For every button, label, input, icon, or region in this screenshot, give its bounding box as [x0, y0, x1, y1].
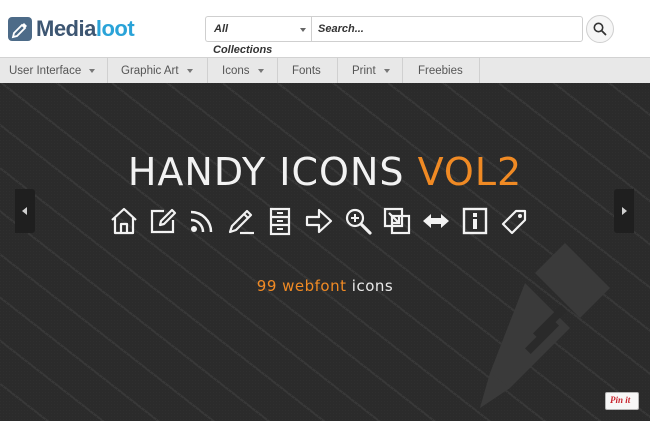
nav-item-label: Print	[352, 64, 376, 77]
category-select[interactable]: All	[205, 16, 312, 42]
search-placeholder: Search...	[318, 23, 364, 35]
chevron-left-icon	[22, 207, 27, 215]
cabinet-icon	[269, 207, 291, 236]
chevron-down-icon	[300, 28, 306, 32]
hero-subtitle: 99 webfont icons	[0, 277, 650, 295]
search-button[interactable]	[586, 15, 614, 43]
nav-item-print[interactable]: Print	[338, 58, 403, 83]
pencil-icon	[228, 209, 254, 235]
site-header: Medialoot All Search... Collections	[0, 0, 650, 57]
resize-horizontal-icon	[423, 214, 449, 228]
chevron-down-icon	[257, 68, 264, 73]
medialoot-logo[interactable]: Medialoot	[8, 15, 135, 43]
icon-showcase-row	[109, 206, 538, 236]
nav-item-label: Icons	[222, 64, 250, 77]
chevron-down-icon	[89, 68, 96, 73]
pinit-button[interactable]: Pin it	[605, 392, 639, 410]
external-link-icon	[383, 207, 411, 235]
nav-item-label: Fonts	[292, 64, 321, 77]
rss-icon	[190, 210, 213, 233]
search-input[interactable]: Search...	[311, 16, 583, 42]
arrow-right-icon	[305, 208, 333, 234]
main-nav: User Interface Graphic Art Icons Fonts P…	[0, 57, 650, 84]
nav-item-freebies[interactable]: Freebies	[403, 58, 480, 83]
hero-title-main: HANDY ICONS	[127, 150, 418, 194]
category-dropdown-option[interactable]: Collections	[213, 44, 272, 56]
search-icon	[593, 22, 607, 36]
chevron-down-icon	[383, 68, 390, 73]
category-select-value: All	[214, 23, 229, 35]
hero-title-accent: VOL2	[417, 150, 523, 194]
logo-text-media: Media	[36, 16, 96, 41]
search-bar: All Search...	[205, 15, 614, 43]
nav-item-graphic-art[interactable]: Graphic Art	[108, 58, 208, 83]
chevron-right-icon	[622, 207, 627, 215]
logo-wordmark: Medialoot	[36, 16, 135, 41]
nav-item-label: Freebies	[418, 64, 463, 77]
slider-next-button[interactable]	[614, 189, 634, 233]
nav-item-fonts[interactable]: Fonts	[278, 58, 338, 83]
home-icon	[111, 207, 137, 235]
pinit-label: Pin it	[610, 395, 631, 405]
hero-subtitle-rest: icons	[346, 277, 394, 295]
nav-item-user-interface[interactable]: User Interface	[0, 58, 108, 83]
hero-title: HANDY ICONS VOL2	[0, 150, 650, 194]
slider-prev-button[interactable]	[15, 189, 35, 233]
nav-item-label: Graphic Art	[121, 64, 179, 77]
logo-text-loot: loot	[95, 16, 135, 41]
info-icon	[462, 207, 488, 235]
tag-icon	[501, 209, 527, 235]
edit-icon	[150, 208, 177, 234]
nav-item-label: User Interface	[9, 64, 82, 77]
hero-banner[interactable]: HANDY ICONS VOL2 99 webfont icons Pin it	[0, 83, 650, 421]
zoom-in-icon	[345, 208, 372, 235]
nav-item-icons[interactable]: Icons	[208, 58, 278, 83]
chevron-down-icon	[186, 68, 193, 73]
logo-pencil-icon	[8, 17, 32, 41]
hero-subtitle-accent: 99 webfont	[256, 277, 347, 295]
